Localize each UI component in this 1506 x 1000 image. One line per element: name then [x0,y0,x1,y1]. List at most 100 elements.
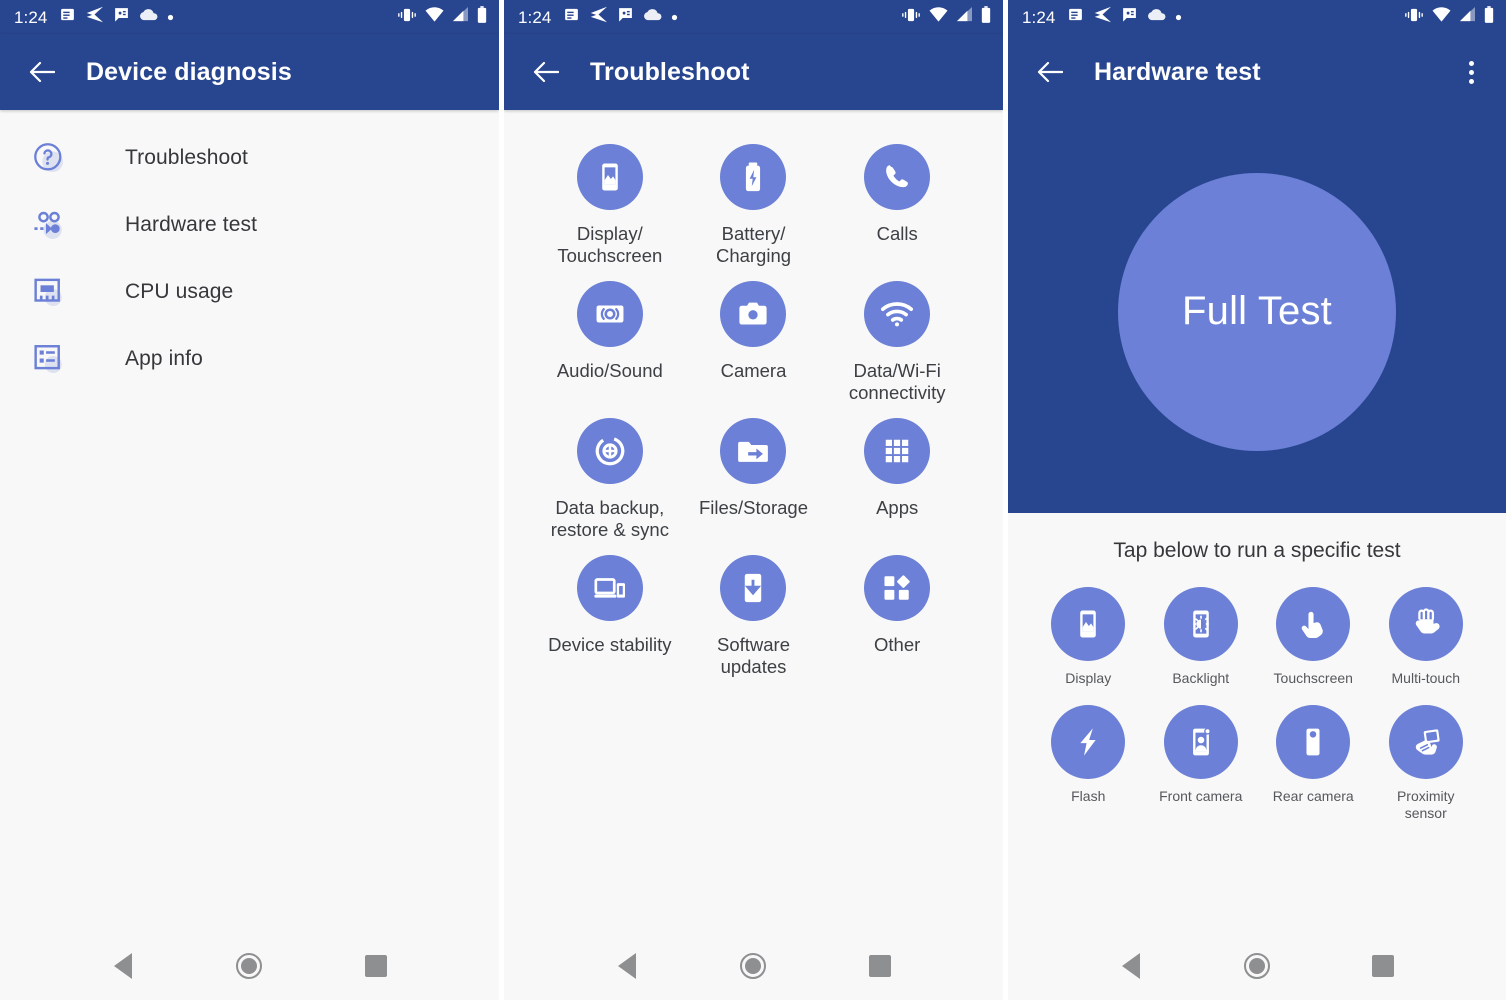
vibrate-icon [901,7,921,28]
tile-audio-sound[interactable]: Audio/Sound [538,281,682,404]
tile-calls[interactable]: Calls [825,144,969,267]
test-backlight[interactable]: Backlight [1145,587,1258,687]
pointing-hand-icon [1276,587,1351,661]
arrow-back-icon [1037,61,1063,83]
test-touchscreen[interactable]: Touchscreen [1257,587,1370,687]
menu-item-hardware-test[interactable]: Hardware test [0,191,499,258]
hardware-test-grid: Display Backlight Touchscreen Multi-touc… [1008,563,1506,822]
overflow-menu-button[interactable] [1454,52,1488,92]
nav-bar-2 [504,932,1003,1000]
page-title-1: Device diagnosis [86,57,292,86]
tile-label: Calls [876,223,918,244]
send-icon [85,6,104,28]
tile-apps[interactable]: Apps [825,418,969,541]
menu-item-app-info[interactable]: App info [0,325,499,392]
phone-call-icon [864,144,931,210]
menu-item-label: App info [125,346,203,370]
status-bar-left-2: 1:24 [518,6,678,28]
test-label: Multi-touch [1391,670,1460,686]
back-button-2[interactable] [526,52,566,92]
full-test-button[interactable]: Full Test [1118,172,1396,451]
test-display[interactable]: Display [1032,587,1145,687]
nav-home-button[interactable] [225,942,273,990]
list-info-icon [28,338,70,380]
tile-camera[interactable]: Camera [682,281,826,404]
app-bar-2: Troubleshoot [504,34,1003,110]
test-label: Display [1065,670,1112,686]
test-front-camera[interactable]: Front camera [1145,705,1258,822]
flash-bolt-icon [1051,705,1126,779]
nav-back-button[interactable] [603,942,651,990]
tile-battery-charging[interactable]: Battery/ Charging [682,144,826,267]
circle-home-icon [740,953,767,979]
tile-label: Battery/ Charging [715,223,792,266]
tile-data-backup[interactable]: Data backup, restore & sync [538,418,682,541]
folder-arrow-icon [720,418,787,484]
full-test-hero: Full Test [1008,110,1506,513]
chat-icon [617,6,634,28]
tile-software-updates[interactable]: Software updates [682,555,826,678]
nav-recents-button[interactable] [1359,942,1407,990]
nav-bar-1 [0,932,499,1000]
triangle-back-icon [1122,953,1140,979]
nav-recents-button[interactable] [856,942,904,990]
tile-label: Software updates [716,634,790,677]
nav-home-button[interactable] [1233,942,1281,990]
nav-bar-3 [1008,932,1506,1000]
tile-label: Data/Wi-Fi connectivity [848,360,946,403]
tile-label: Camera [720,360,787,381]
dot-icon [1468,69,1474,75]
tile-label: Other [874,634,921,655]
nav-home-button[interactable] [729,942,777,990]
square-recents-icon [364,955,387,977]
menu-item-cpu-usage[interactable]: CPU usage [0,258,499,325]
nav-back-button[interactable] [1107,942,1155,990]
tile-label: Device stability [548,634,672,655]
back-button-3[interactable] [1030,52,1070,92]
tile-other[interactable]: Other [825,555,969,678]
cloud-icon [1147,8,1166,27]
speaker-icon [576,281,643,347]
send-icon [589,6,608,28]
battery-icon [1484,6,1494,28]
wifi-icon [1432,7,1451,27]
tile-data-wifi[interactable]: Data/Wi-Fi connectivity [825,281,969,404]
screen-hardware-test: 1:24 Hardware test Full Test Tap below t… [1008,0,1506,1000]
status-clock: 1:24 [14,7,48,27]
tile-label: Display/ Touchscreen [557,223,663,266]
status-bar-right-2 [901,6,991,28]
phone-image-icon [576,144,643,210]
test-proximity-sensor[interactable]: Proximity sensor [1370,705,1483,822]
square-recents-icon [868,955,891,977]
rear-camera-icon [1276,705,1351,779]
brightness-phone-icon [1163,587,1238,661]
tile-device-stability[interactable]: Device stability [538,555,682,678]
status-clock: 1:24 [1022,7,1056,27]
triangle-back-icon [618,953,637,979]
phone-image-icon [1051,587,1126,661]
wifi-icon [864,281,931,347]
status-clock: 1:24 [518,7,552,27]
menu-item-troubleshoot[interactable]: Troubleshoot [0,124,499,191]
status-bar-right-1 [397,6,487,28]
tile-label: Data backup, restore & sync [550,497,669,540]
status-bar-right-3 [1404,6,1494,28]
test-multi-touch[interactable]: Multi-touch [1370,587,1483,687]
nav-back-button[interactable] [99,942,147,990]
nav-recents-button[interactable] [352,942,400,990]
tile-label: Apps [876,497,919,518]
tile-files-storage[interactable]: Files/Storage [682,418,826,541]
wifi-icon [425,7,444,27]
cloud-icon [139,8,158,27]
chat-icon [1121,6,1138,28]
test-rear-camera[interactable]: Rear camera [1257,705,1370,822]
back-button-1[interactable] [22,52,62,92]
vibrate-icon [397,7,417,28]
test-flash[interactable]: Flash [1032,705,1145,822]
tile-display-touchscreen[interactable]: Display/ Touchscreen [538,144,682,267]
vibrate-icon [1404,7,1424,28]
signal-icon [452,7,469,27]
arrow-back-icon [29,61,55,83]
test-label: Proximity sensor [1396,788,1455,821]
screen3-body: Tap below to run a specific test Display… [1008,513,1506,932]
